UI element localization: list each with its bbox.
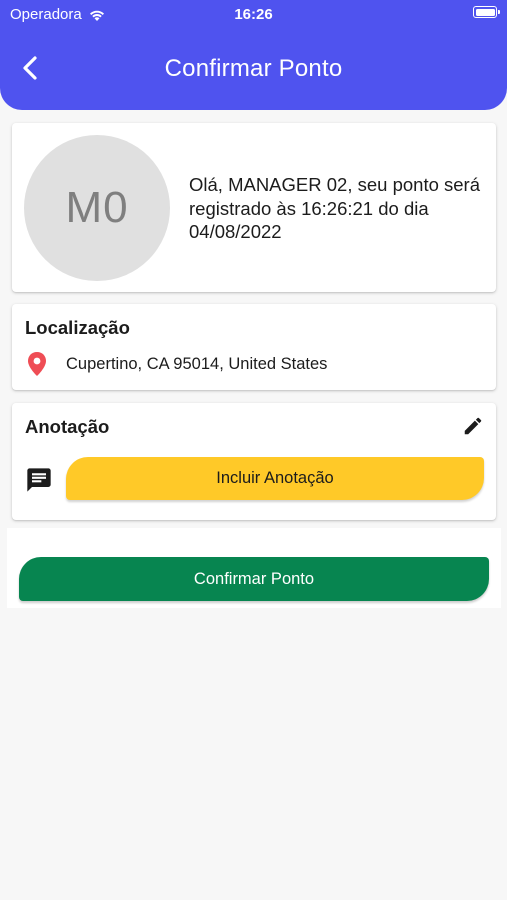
add-annotation-button[interactable]: Incluir Anotação <box>66 457 484 500</box>
confirm-area: Confirmar Ponto <box>7 528 501 608</box>
avatar: M0 <box>24 135 170 281</box>
location-title: Localização <box>25 317 130 338</box>
confirm-button[interactable]: Confirmar Ponto <box>19 557 489 601</box>
battery-icon <box>473 6 500 18</box>
pencil-icon[interactable] <box>462 415 484 437</box>
comment-icon <box>27 468 51 492</box>
page-title: Confirmar Ponto <box>164 55 343 82</box>
status-bar: Operadora 16:26 <box>0 0 507 28</box>
location-address: Cupertino, CA 95014, United States <box>66 354 328 373</box>
annotation-title: Anotação <box>25 416 110 437</box>
app-header: Operadora 16:26 Confirmar Ponto <box>0 0 507 110</box>
map-pin-icon <box>28 352 46 376</box>
location-card: Localização Cupertino, CA 95014, United … <box>12 304 496 390</box>
user-card: M0 Olá, MANAGER 02, seu ponto será regis… <box>12 123 496 292</box>
annotation-card: Anotação Incluir Anotação <box>12 403 496 520</box>
user-greeting-message: Olá, MANAGER 02, seu ponto será registra… <box>189 174 480 242</box>
avatar-initials: M0 <box>65 183 129 232</box>
status-time: 16:26 <box>234 6 273 23</box>
location-row: Cupertino, CA 95014, United States <box>26 351 327 377</box>
